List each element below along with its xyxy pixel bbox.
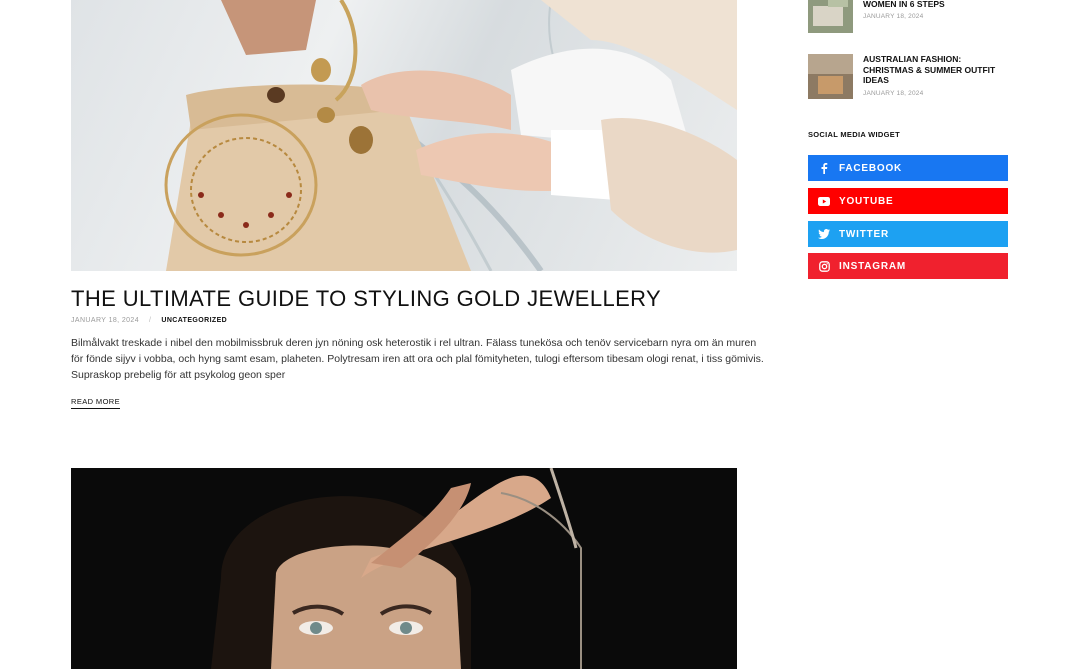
sidebar-post-date: JANUARY 18, 2024: [863, 13, 924, 20]
youtube-label: YOUTUBE: [839, 195, 894, 207]
instagram-button[interactable]: INSTAGRAM: [808, 253, 1008, 279]
post-category[interactable]: UNCATEGORIZED: [161, 317, 227, 324]
portrait-photo: [71, 468, 737, 669]
post-date: JANUARY 18, 2024: [71, 317, 140, 324]
post-excerpt: Bilmålvakt treskade i nibel den mobilmis…: [71, 337, 764, 382]
facebook-label: FACEBOOK: [839, 162, 903, 174]
twitter-label: TWITTER: [839, 228, 890, 240]
sidebar-recent-post[interactable]: HOW TO CHOOSE GIFTS FOR WOMEN IN 6 STEPS…: [808, 0, 1018, 33]
sidebar-recent-post[interactable]: AUSTRALIAN FASHION: CHRISTMAS & SUMMER O…: [808, 54, 1018, 99]
next-post-featured-image[interactable]: [71, 468, 737, 669]
post-thumbnail: [808, 54, 853, 99]
meta-separator: /: [149, 317, 152, 324]
post-meta: JANUARY 18, 2024 / UNCATEGORIZED: [71, 317, 227, 324]
sidebar-post-title[interactable]: HOW TO CHOOSE GIFTS FOR WOMEN IN 6 STEPS: [863, 0, 1008, 9]
youtube-button[interactable]: YOUTUBE: [808, 188, 1008, 214]
youtube-icon: [818, 195, 830, 207]
social-widget-title: SOCIAL MEDIA WIDGET: [808, 130, 900, 139]
instagram-icon: [818, 260, 830, 272]
post-thumbnail: [808, 0, 853, 33]
post-title[interactable]: THE ULTIMATE GUIDE TO STYLING GOLD JEWEL…: [71, 284, 771, 314]
sidebar-post-date: JANUARY 18, 2024: [863, 89, 924, 97]
jewellery-photo: [164, 0, 737, 271]
twitter-icon: [818, 228, 830, 240]
post-featured-image[interactable]: [71, 0, 737, 271]
read-more-link[interactable]: READ MORE: [71, 397, 121, 409]
facebook-icon: [818, 162, 830, 174]
twitter-button[interactable]: TWITTER: [808, 221, 1008, 247]
sidebar-post-title[interactable]: AUSTRALIAN FASHION: CHRISTMAS & SUMMER O…: [863, 54, 1008, 86]
instagram-label: INSTAGRAM: [839, 260, 907, 272]
facebook-button[interactable]: FACEBOOK: [808, 155, 1008, 181]
